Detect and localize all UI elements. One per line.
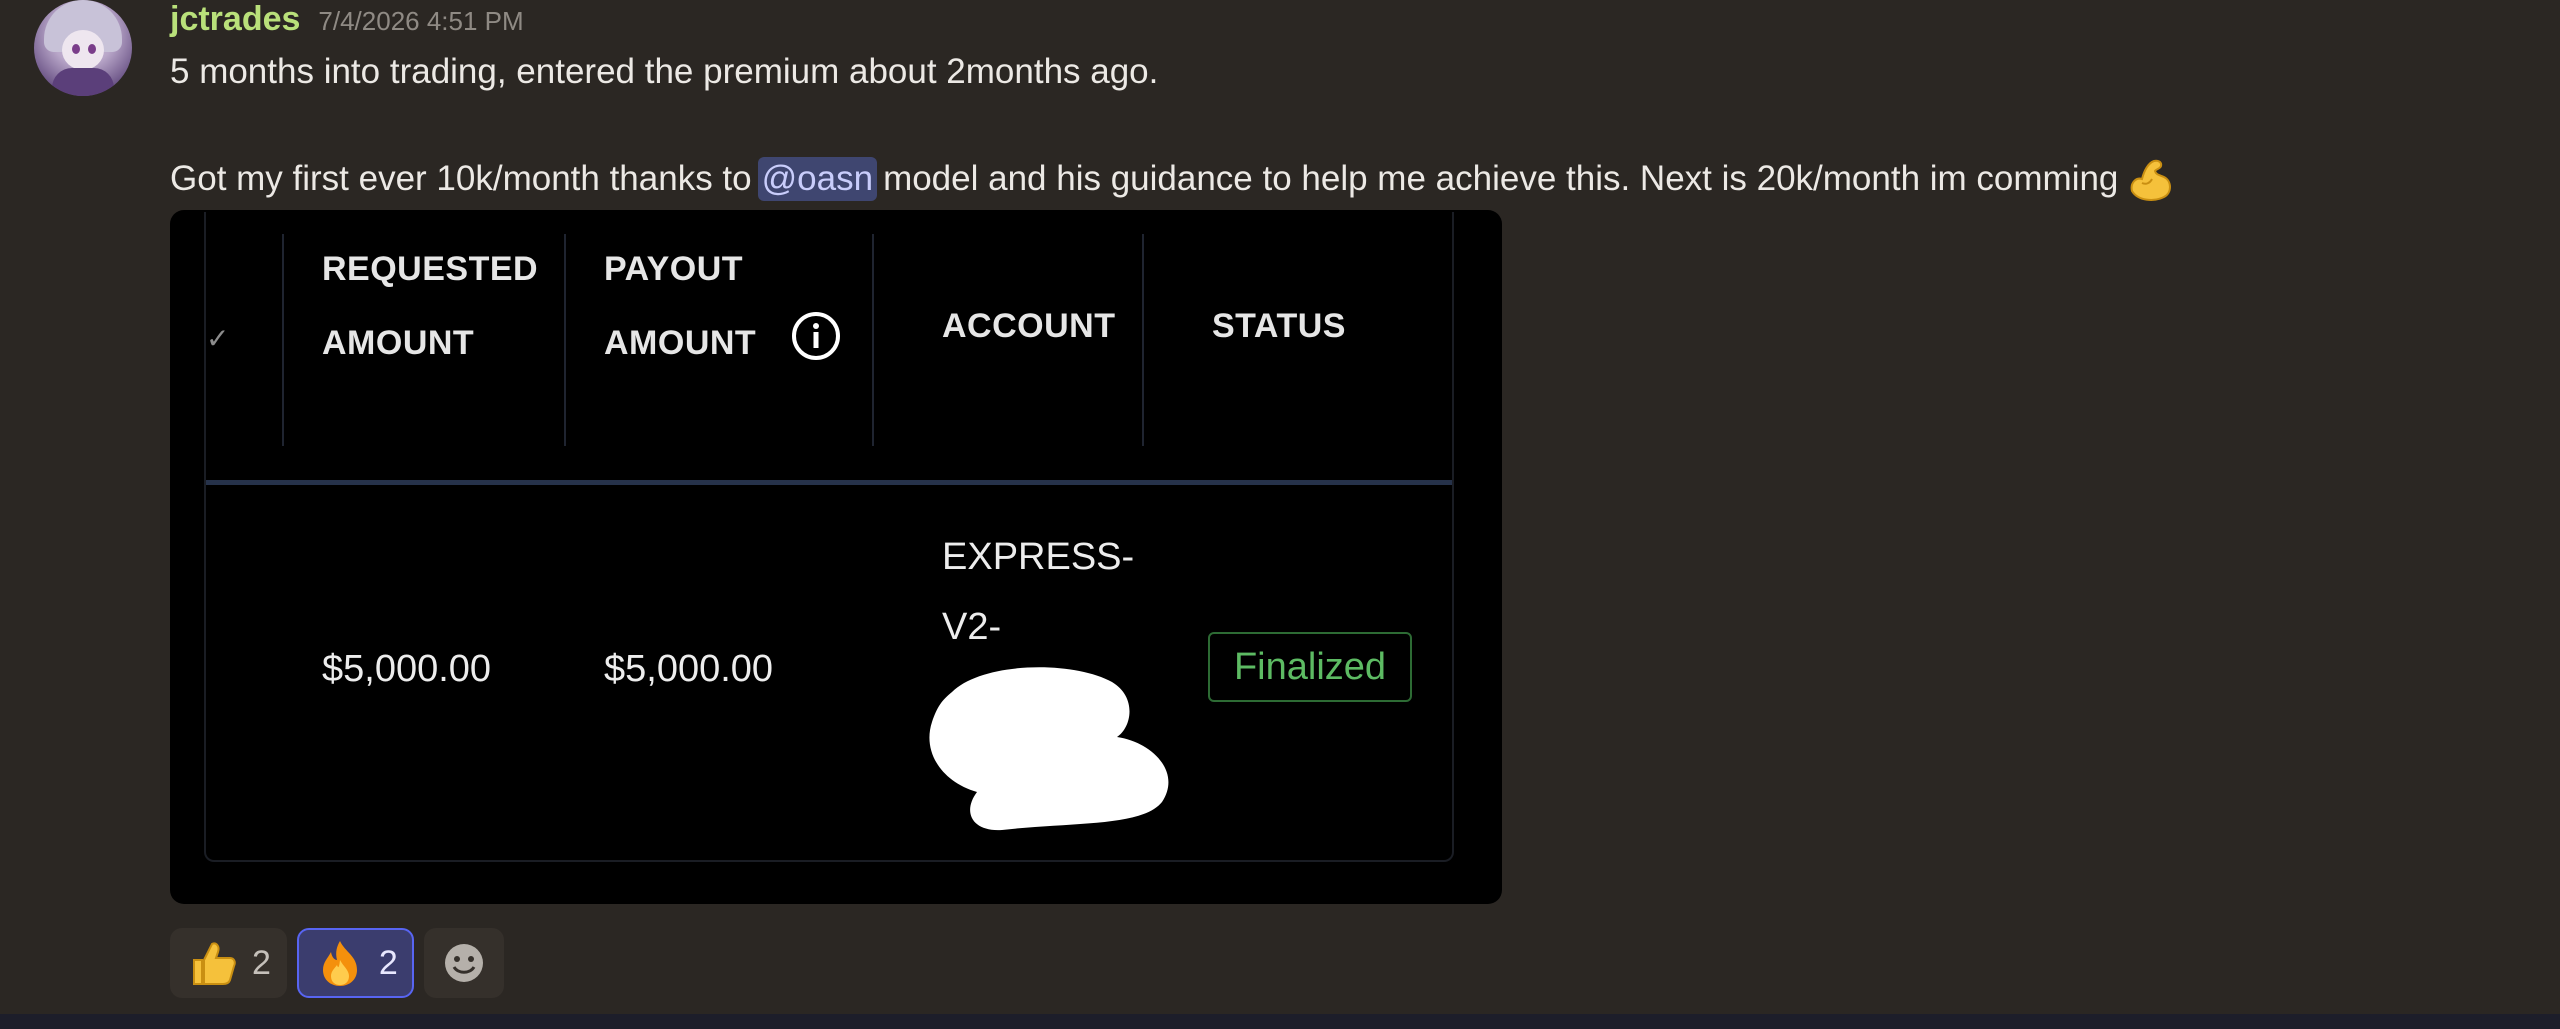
message-header: jctrades 7/4/2026 4:51 PM — [170, 0, 524, 40]
chat-message: jctrades 7/4/2026 4:51 PM 5 months into … — [0, 0, 2560, 1029]
cell-requested-amount: $5,000.00 — [322, 648, 492, 690]
reaction-bar: 2 2 — [170, 928, 504, 998]
header-requested-line2: AMOUNT — [322, 324, 475, 362]
header-payout-line1: PAYOUT — [604, 250, 744, 288]
status-badge: Finalized — [1208, 632, 1412, 702]
user-mention[interactable]: @oasn — [757, 157, 878, 201]
avatar-eye — [72, 44, 80, 54]
column-divider — [282, 234, 284, 446]
add-reaction-button[interactable] — [423, 928, 504, 998]
redaction-scribble — [929, 667, 1169, 831]
username[interactable]: jctrades — [170, 0, 300, 39]
column-divider — [872, 234, 874, 446]
cell-payout-amount: $5,000.00 — [604, 648, 774, 690]
user-avatar[interactable] — [34, 0, 132, 96]
add-reaction-icon — [444, 944, 483, 982]
cell-account: EXPRESS- V2- — [942, 522, 1134, 662]
table-header-row: ✓ REQUESTED AMOUNT PAYOUT AMOUNT ACCOUNT… — [206, 212, 1452, 485]
avatar-body — [52, 68, 114, 96]
reaction-count: 2 — [252, 943, 271, 982]
message-text-line1: 5 months into trading, entered the premi… — [170, 52, 1159, 91]
thumbs-up-icon — [193, 942, 236, 985]
message-text-before-mention: Got my first ever 10k/month thanks to — [170, 159, 752, 198]
message-timestamp[interactable]: 7/4/2026 4:51 PM — [318, 6, 523, 37]
column-divider — [564, 234, 566, 446]
checkmark-icon: ✓ — [206, 323, 230, 354]
header-requested-line1: REQUESTED — [322, 250, 539, 288]
payout-table: ✓ REQUESTED AMOUNT PAYOUT AMOUNT ACCOUNT… — [204, 212, 1454, 862]
header-payout-amount[interactable]: PAYOUT AMOUNT — [604, 232, 756, 380]
flexed-biceps-icon — [2124, 153, 2176, 205]
bottom-divider-bar — [0, 1014, 2560, 1029]
message-text-after-mention: model and his guidance to help me achiev… — [883, 159, 2119, 198]
header-payout-line2: AMOUNT — [604, 324, 757, 362]
avatar-face — [62, 30, 104, 70]
header-requested-amount[interactable]: REQUESTED AMOUNT — [322, 232, 538, 380]
reaction-count: 2 — [378, 943, 398, 982]
header-account[interactable]: ACCOUNT — [942, 306, 1115, 346]
avatar-eye — [88, 44, 96, 54]
header-status[interactable]: STATUS — [1212, 306, 1346, 346]
message-text-line2: Got my first ever 10k/month thanks to @o… — [170, 152, 2176, 206]
fire-icon — [322, 941, 357, 986]
reaction-thumbs-up[interactable]: 2 — [170, 928, 287, 998]
screenshot-embed[interactable]: ✓ REQUESTED AMOUNT PAYOUT AMOUNT ACCOUNT… — [170, 210, 1502, 904]
column-divider — [1142, 234, 1144, 446]
info-icon[interactable] — [790, 310, 842, 362]
account-line1: EXPRESS- — [942, 536, 1135, 578]
reaction-fire[interactable]: 2 — [296, 928, 414, 998]
